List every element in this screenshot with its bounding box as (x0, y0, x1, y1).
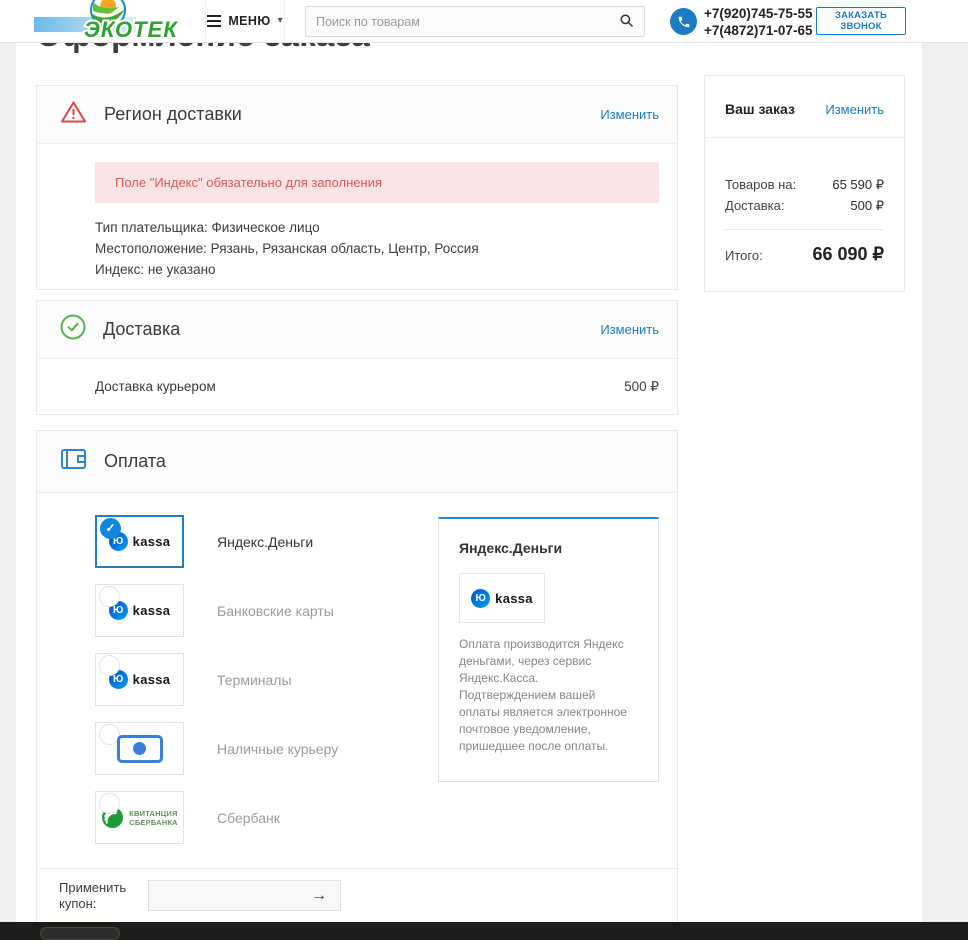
search-button[interactable] (609, 13, 644, 31)
yookassa-logo: Ю kassa (471, 589, 533, 608)
search-icon (619, 13, 634, 31)
order-summary-body: Товаров на: 65 590 ₽ Доставка: 500 ₽ Ито… (705, 138, 904, 265)
delivery-method-row: Доставка курьером 500 ₽ (37, 359, 677, 395)
payment-option-label: Наличные курьеру (217, 741, 338, 757)
radio-unchecked-icon (99, 586, 120, 607)
wallet-icon (60, 447, 87, 476)
warning-icon (60, 100, 87, 129)
yookassa-logo-box: Ю kassa (459, 573, 545, 623)
hamburger-icon (207, 15, 221, 27)
ecotek-logo[interactable]: ЭКОТЕК (28, 0, 196, 42)
delivery-change-link[interactable]: Изменить (600, 322, 659, 337)
delivery-method: Доставка курьером (95, 379, 216, 395)
order-summary-title: Ваш заказ (725, 101, 795, 117)
order-summary: Ваш заказ Изменить Товаров на: 65 590 ₽ … (704, 75, 905, 292)
coupon-row: Применить купон: → (37, 868, 677, 922)
payer-type-line: Тип плательщика: Физическое лицо (95, 217, 659, 238)
payment-option-label: Банковские карты (217, 603, 334, 619)
coupon-label: Применить купон: (59, 880, 131, 912)
delivery-section-title: Доставка (103, 319, 180, 340)
location-line: Местоположение: Рязань, Рязанская област… (95, 238, 659, 259)
payment-option-label: Терминалы (217, 672, 292, 688)
phone-number-2[interactable]: +7(4872)71-07-65 (704, 22, 812, 39)
order-callback-button[interactable]: ЗАКАЗАТЬ ЗВОНОК (816, 7, 906, 35)
footer-widget (40, 927, 120, 940)
region-section-body: Поле "Индекс" обязательно для заполнения… (37, 144, 677, 280)
region-section-header: Регион доставки Изменить (37, 86, 677, 144)
payment-section-title: Оплата (104, 451, 166, 472)
search-box (305, 6, 645, 37)
order-delivery-row: Доставка: 500 ₽ (725, 195, 884, 216)
order-summary-header: Ваш заказ Изменить (705, 76, 904, 138)
order-items-value: 65 590 ₽ (832, 174, 884, 195)
phone-icon (670, 8, 697, 35)
phone-number-1[interactable]: +7(920)745-75-55 (704, 5, 812, 22)
coupon-apply-button[interactable]: → (298, 887, 340, 905)
order-total-value: 66 090 ₽ (812, 244, 884, 265)
payment-tile[interactable]: ✓ Ю kassa (95, 515, 184, 568)
order-summary-divider (725, 229, 884, 230)
menu-label: МЕНЮ (228, 14, 270, 28)
payment-option-sberbank[interactable]: КВИТАНЦИЯ СБЕРБАНКА Сбербанк (95, 791, 659, 844)
payment-details-description: Оплата производится Яндекс деньгами, чер… (459, 636, 638, 755)
header: ЭКОТЕК МЕНЮ ▾ + (0, 0, 968, 43)
payment-options: ✓ Ю kassa Яндекс.Деньги Ю kassa Банковс (37, 493, 677, 844)
coupon-input[interactable] (149, 888, 298, 903)
banknote-icon (117, 735, 163, 763)
order-items-row: Товаров на: 65 590 ₽ (725, 174, 884, 195)
footer-strip (0, 922, 968, 940)
payment-section-header: Оплата (37, 431, 677, 493)
region-section: Регион доставки Изменить Поле "Индекс" о… (36, 85, 678, 290)
radio-checked-icon: ✓ (100, 518, 121, 539)
logo-text: ЭКОТЕК (84, 17, 178, 42)
payment-tile[interactable]: Ю kassa (95, 584, 184, 637)
check-circle-icon (60, 314, 86, 345)
payment-option-label: Сбербанк (217, 810, 280, 826)
delivery-section: Доставка Изменить Доставка курьером 500 … (36, 300, 678, 415)
payment-details-title: Яндекс.Деньги (459, 540, 638, 556)
order-total-row: Итого: 66 090 ₽ (725, 244, 884, 265)
yookassa-logo: Ю kassa (109, 601, 171, 620)
payment-details-panel: Яндекс.Деньги Ю kassa Оплата производитс… (438, 517, 659, 782)
chevron-down-icon: ▾ (278, 15, 283, 26)
region-section-title: Регион доставки (104, 104, 242, 125)
order-items-label: Товаров на: (725, 174, 796, 195)
payment-section: Оплата ✓ Ю kassa Яндекс.Деньги Ю (36, 430, 678, 922)
order-delivery-value: 500 ₽ (850, 195, 884, 216)
order-change-link[interactable]: Изменить (825, 102, 884, 117)
order-total-label: Итого: (725, 248, 763, 263)
payment-tile[interactable]: Ю kassa (95, 653, 184, 706)
menu-button[interactable]: МЕНЮ ▾ (205, 0, 285, 42)
arrow-right-icon: → (311, 887, 327, 904)
checkout-page: Оформление заказа ЭКОТЕК МЕНЮ ▾ (0, 0, 968, 940)
search-input[interactable] (306, 15, 609, 29)
delivery-price: 500 ₽ (624, 379, 659, 395)
delivery-section-header: Доставка Изменить (37, 301, 677, 359)
order-delivery-label: Доставка: (725, 195, 784, 216)
payment-tile[interactable] (95, 722, 184, 775)
radio-unchecked-icon (99, 655, 120, 676)
region-change-link[interactable]: Изменить (600, 107, 659, 122)
index-line: Индекс: не указано (95, 259, 659, 280)
payment-tile[interactable]: КВИТАНЦИЯ СБЕРБАНКА (95, 791, 184, 844)
coupon-input-wrap: → (148, 880, 341, 911)
payment-option-label: Яндекс.Деньги (217, 534, 313, 550)
yookassa-logo: Ю kassa (109, 670, 171, 689)
radio-unchecked-icon (99, 793, 120, 814)
phone-numbers: +7(920)745-75-55 +7(4872)71-07-65 (704, 5, 812, 39)
index-required-error: Поле "Индекс" обязательно для заполнения (95, 162, 659, 203)
